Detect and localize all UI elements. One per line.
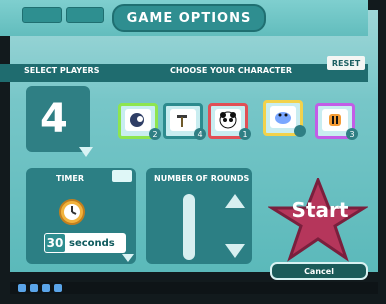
character-badge-1: 2 xyxy=(149,128,161,140)
start-label: Start xyxy=(291,198,349,222)
character-icon xyxy=(177,115,187,127)
character-badge-3: 1 xyxy=(239,128,251,140)
rounds-slider[interactable] xyxy=(183,194,195,260)
top-second-button[interactable] xyxy=(66,7,104,23)
character-image-3 xyxy=(215,109,241,131)
character-badge-4 xyxy=(294,125,306,137)
character-image-1 xyxy=(125,109,151,131)
page-title: GAME OPTIONS xyxy=(126,10,252,26)
reset-button[interactable]: RESET xyxy=(327,56,365,70)
taskbar-icon[interactable] xyxy=(30,284,38,292)
arrow-up-icon[interactable] xyxy=(225,194,245,208)
character-badge-5: 3 xyxy=(346,128,358,140)
timer-label: TIMER xyxy=(56,174,85,183)
title-banner: GAME OPTIONS xyxy=(112,4,266,32)
panda-icon xyxy=(219,111,237,129)
taskbar-icon[interactable] xyxy=(54,284,62,292)
character-card-1[interactable]: 2 xyxy=(118,103,161,140)
character-image-2 xyxy=(170,109,196,131)
cancel-button[interactable]: Cancel xyxy=(270,262,368,280)
character-card-5[interactable]: 3 xyxy=(315,103,358,140)
character-card-2[interactable]: 4 xyxy=(163,103,206,140)
character-card-4[interactable] xyxy=(263,100,306,137)
tiger-icon xyxy=(329,114,341,126)
timer-value[interactable]: 30 seconds xyxy=(44,233,126,253)
character-card-3[interactable]: 1 xyxy=(208,103,251,140)
character-badge-2: 4 xyxy=(194,128,206,140)
taskbar xyxy=(10,282,378,294)
timer-toggle[interactable] xyxy=(112,170,132,182)
character-image-4 xyxy=(270,106,296,128)
taskbar-icon[interactable] xyxy=(18,284,26,292)
timer-unit: seconds xyxy=(69,237,115,249)
taskbar-icon[interactable] xyxy=(42,284,50,292)
arrow-down-icon[interactable] xyxy=(79,147,93,157)
choose-character-label: CHOOSE YOUR CHARACTER xyxy=(170,66,292,75)
select-players-label: SELECT PLAYERS xyxy=(24,66,100,75)
top-left-button[interactable] xyxy=(22,7,62,23)
hippo-icon xyxy=(275,112,291,124)
arrow-down-icon[interactable] xyxy=(122,254,134,262)
ball-icon xyxy=(130,113,144,127)
timer-number: 30 xyxy=(45,234,65,252)
players-count: 4 xyxy=(40,96,68,142)
clock-icon xyxy=(59,199,85,225)
rounds-label: NUMBER OF ROUNDS xyxy=(154,174,250,183)
arrow-down-icon[interactable] xyxy=(225,244,245,258)
character-image-5 xyxy=(322,109,348,131)
